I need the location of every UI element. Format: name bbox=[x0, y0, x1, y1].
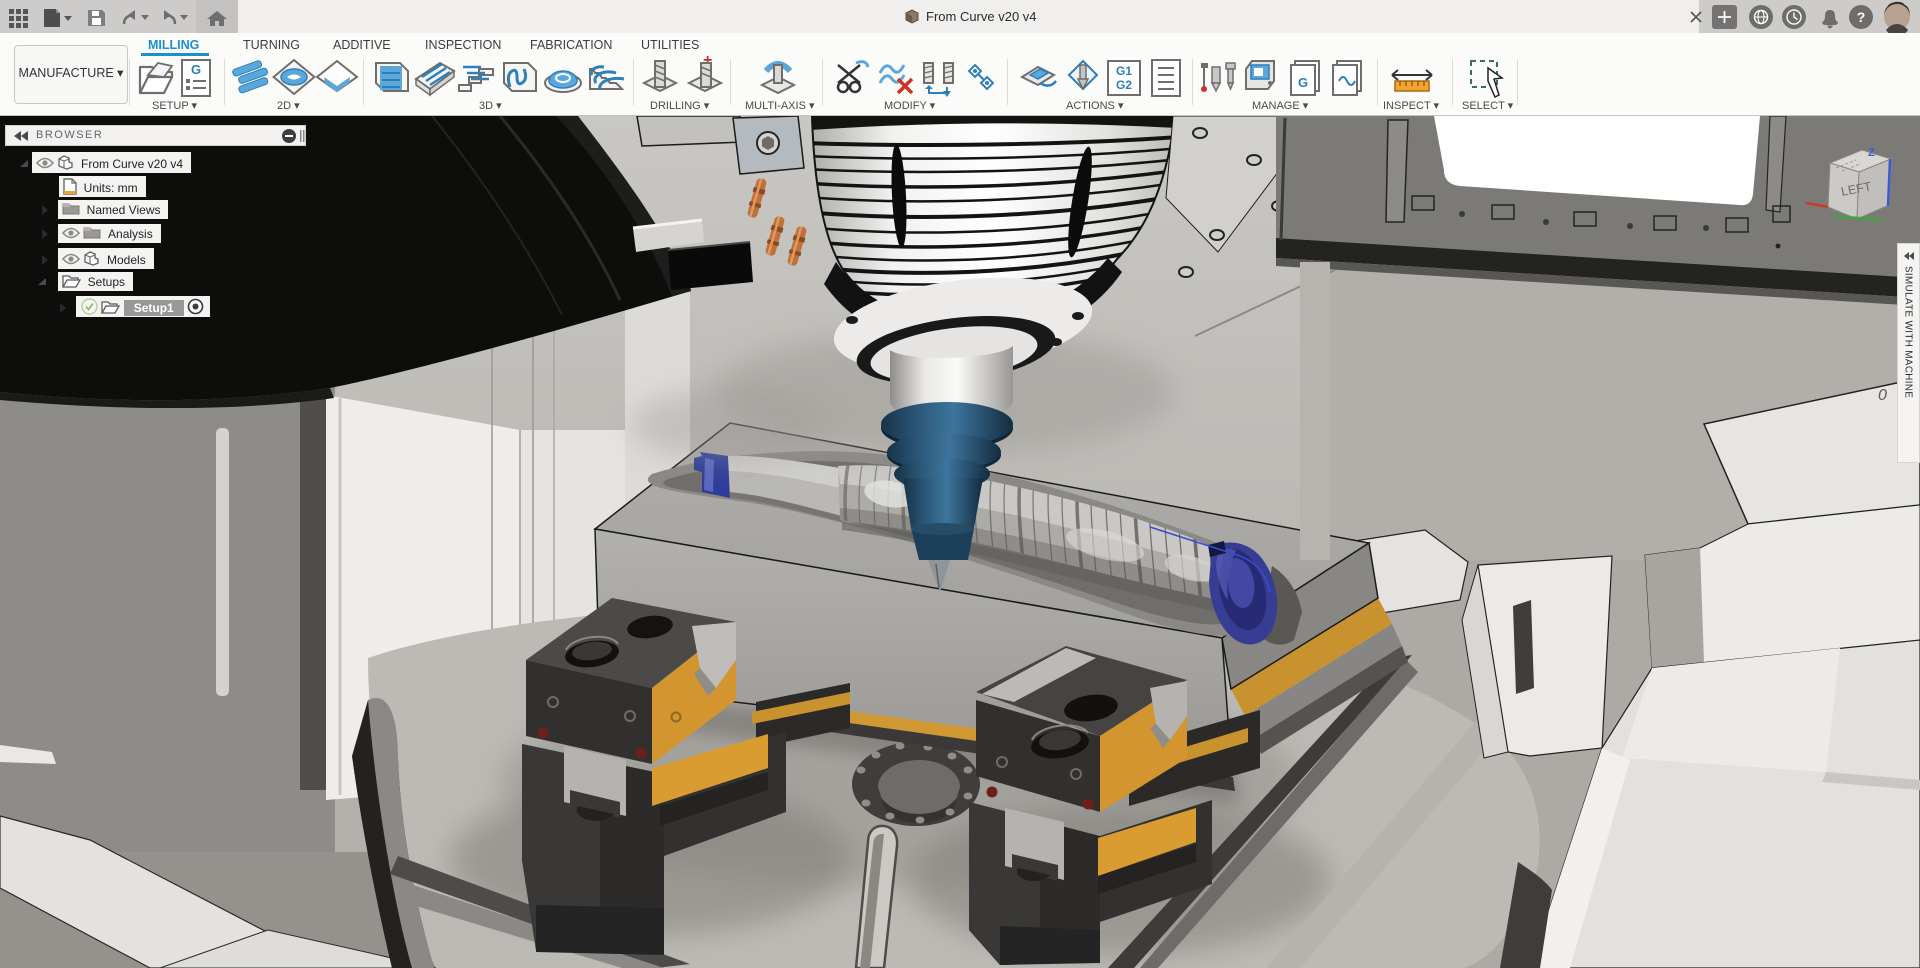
svg-text:G2: G2 bbox=[1116, 78, 1132, 92]
svg-text:G: G bbox=[1298, 75, 1308, 90]
svg-text:Z: Z bbox=[1868, 147, 1875, 159]
svg-text:G: G bbox=[191, 62, 201, 77]
svg-text:0: 0 bbox=[1878, 387, 1887, 404]
svg-text:?: ? bbox=[1857, 9, 1866, 25]
svg-text:G1: G1 bbox=[1116, 64, 1132, 78]
